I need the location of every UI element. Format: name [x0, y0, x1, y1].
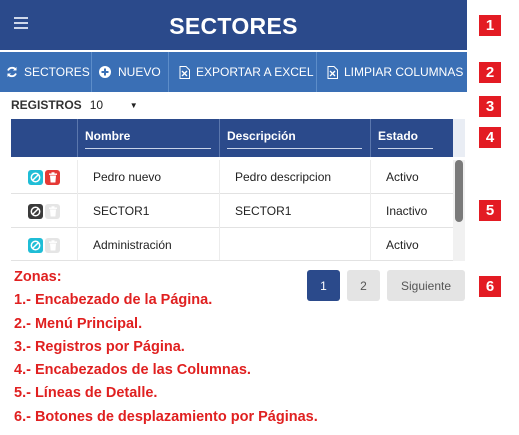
caret-down-icon: ▼ — [129, 100, 138, 110]
cell-estado: Activo — [370, 228, 453, 260]
zone-badge-6: 6 — [479, 276, 501, 297]
table-row: SECTOR1 SECTOR1 Inactivo — [11, 194, 453, 228]
cell-estado: Inactivo — [370, 194, 453, 228]
zone-item: 1.- Encabezado de la Página. — [14, 292, 213, 309]
table-row: Pedro nuevo Pedro descripcion Activo — [11, 160, 453, 194]
menu-item-nuevo[interactable]: NUEVO — [92, 52, 169, 92]
row-actions — [11, 194, 77, 228]
column-header-nombre[interactable]: Nombre — [77, 119, 219, 157]
next-page-button[interactable]: Siguiente — [387, 270, 465, 301]
menu-item-label: NUEVO — [118, 65, 161, 79]
column-header-descripcion[interactable]: Descripción — [219, 119, 370, 157]
table-body: Pedro nuevo Pedro descripcion Activo SEC… — [11, 160, 465, 261]
cell-descripcion: SECTOR1 — [219, 194, 370, 228]
column-header-actions — [11, 119, 77, 157]
page-title: SECTORES — [169, 13, 298, 39]
table-row: Administración Activo — [11, 228, 453, 260]
zone-item: 5.- Líneas de Detalle. — [14, 385, 158, 402]
zones-legend: Zonas: 1.- Encabezado de la Página. 2.- … — [14, 266, 318, 429]
delete-button-disabled — [45, 237, 60, 253]
menu-item-limpiar-columnas[interactable]: LIMPIAR COLUMNAS — [317, 52, 467, 92]
row-actions — [11, 160, 77, 194]
menu-item-exportar-excel[interactable]: EXPORTAR A EXCEL — [169, 52, 317, 92]
zones-title: Zonas: — [14, 269, 62, 285]
zone-badge-3: 3 — [479, 96, 501, 117]
main-menu: SECTORES NUEVO EXPORTAR A EXCEL LIMPIAR … — [0, 52, 467, 92]
delete-button[interactable] — [45, 169, 60, 185]
row-actions — [11, 228, 77, 260]
excel-file-icon — [327, 65, 338, 79]
menu-item-label: SECTORES — [24, 65, 90, 79]
page-2-button[interactable]: 2 — [347, 270, 380, 301]
ban-icon — [30, 172, 41, 182]
page-header: SECTORES — [0, 0, 467, 50]
records-per-page-select[interactable]: 10 ▼ — [90, 98, 138, 112]
zone-item: 3.- Registros por Página. — [14, 338, 185, 355]
cell-descripcion: Pedro descripcion — [219, 160, 370, 194]
excel-file-icon — [179, 65, 190, 79]
column-header-estado[interactable]: Estado — [370, 119, 453, 157]
trash-icon — [48, 205, 57, 216]
menu-item-sectores[interactable]: SECTORES — [0, 52, 92, 92]
table-header: Nombre Descripción Estado — [11, 119, 453, 157]
cell-descripcion — [219, 228, 370, 260]
trash-icon — [48, 239, 57, 250]
ban-icon — [30, 240, 41, 250]
menu-item-label: LIMPIAR COLUMNAS — [344, 65, 464, 79]
cell-nombre: Administración — [77, 228, 219, 260]
plus-circle-icon — [98, 65, 112, 79]
cell-nombre: Pedro nuevo — [77, 160, 219, 194]
records-per-page-value: 10 — [89, 98, 104, 112]
disable-button[interactable] — [28, 237, 43, 253]
delete-button-disabled — [45, 203, 60, 219]
ban-icon — [30, 206, 41, 216]
enable-button[interactable] — [28, 203, 43, 219]
header-scroll-gutter — [453, 119, 465, 157]
disable-button[interactable] — [28, 169, 43, 185]
zone-item: 6.- Botones de desplazamiento por Página… — [14, 408, 318, 425]
scrollbar-thumb[interactable] — [455, 160, 463, 222]
zone-item: 2.- Menú Principal. — [14, 315, 143, 332]
cell-estado: Activo — [370, 160, 453, 194]
zone-badge-1: 1 — [479, 15, 501, 36]
zone-item: 4.- Encabezados de las Columnas. — [14, 362, 251, 379]
records-per-page: REGISTROS 10 ▼ — [11, 98, 138, 112]
zone-badge-2: 2 — [479, 62, 501, 83]
menu-item-label: EXPORTAR A EXCEL — [196, 65, 314, 79]
refresh-icon — [6, 65, 18, 79]
zone-badge-5: 5 — [479, 200, 501, 221]
trash-icon — [48, 171, 57, 182]
zone-badge-4: 4 — [479, 127, 501, 148]
records-per-page-label: REGISTROS — [11, 98, 82, 112]
table-scrollbar[interactable] — [453, 160, 465, 261]
cell-nombre: SECTOR1 — [77, 194, 219, 228]
